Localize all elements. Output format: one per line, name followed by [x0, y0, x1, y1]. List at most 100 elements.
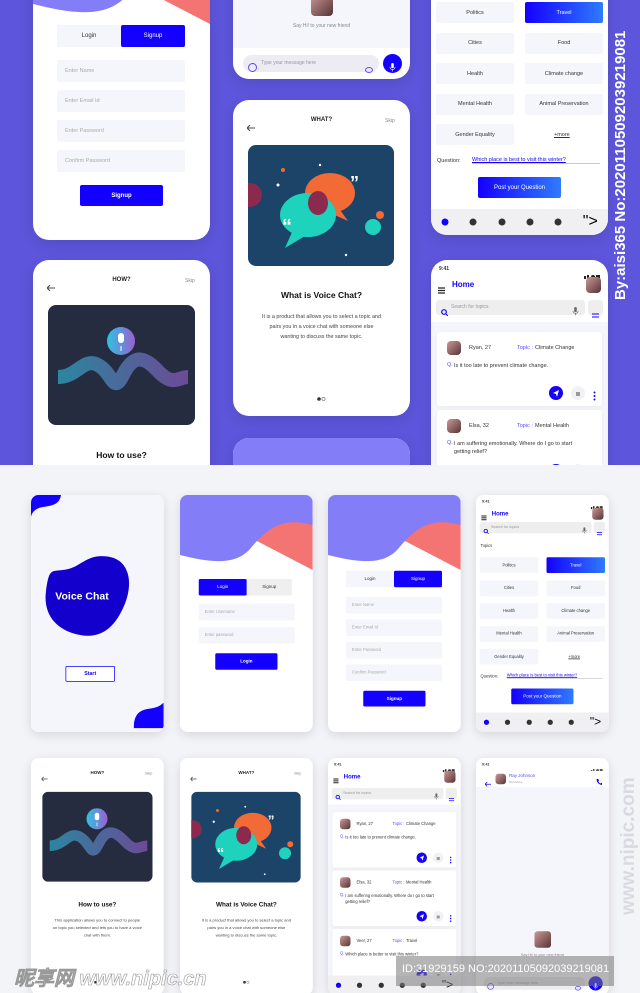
password-field[interactable]: Enter password [198, 627, 295, 644]
add-icon[interactable] [378, 979, 384, 993]
email-field[interactable]: Enter Email Id [57, 90, 185, 112]
question-input[interactable]: Which place is best to visit this winter… [506, 674, 603, 679]
topic-chip[interactable]: Health [479, 603, 539, 619]
post-question-button[interactable]: Post your Question [478, 177, 561, 198]
profile-avatar[interactable] [586, 277, 601, 293]
topic-chip[interactable]: Climate change [525, 63, 603, 84]
send-button[interactable] [416, 911, 427, 925]
fire-icon[interactable] [357, 979, 363, 993]
tab-signup[interactable]: Signup [121, 25, 185, 47]
topic-chip[interactable]: Animal Preservation [546, 625, 605, 642]
topic-chip[interactable]: Travel [546, 557, 605, 573]
topic-chip[interactable]: Climate change [546, 603, 605, 619]
search-input[interactable]: Search for topics [479, 522, 592, 535]
send-button[interactable] [549, 386, 563, 405]
profile-icon[interactable] [568, 716, 575, 730]
user-avatar[interactable] [340, 877, 351, 888]
post-card: Elsa, 32 Topic : Mental Health Q. I am suffe… [332, 870, 457, 927]
back-arrow-icon[interactable] [246, 118, 255, 136]
topic-chip[interactable]: Gender Equality [436, 124, 514, 145]
password-field[interactable]: Enter Password [346, 642, 442, 659]
start-button[interactable]: Start [65, 666, 115, 682]
mic-icon[interactable] [434, 790, 439, 804]
name-field[interactable]: Enter Name [57, 60, 185, 82]
skip-link[interactable]: Skip [145, 772, 152, 777]
voice-record-button[interactable] [383, 54, 402, 73]
user-avatar[interactable] [340, 818, 351, 830]
tab-login[interactable]: Login [346, 570, 394, 588]
menu-icon[interactable] [333, 774, 339, 788]
topic-chip[interactable]: Animal Preservation [525, 93, 603, 115]
mic-icon[interactable] [582, 524, 587, 538]
more-link[interactable]: +more [568, 655, 580, 660]
topic-chip[interactable]: Mental Health [436, 93, 514, 115]
tab-login[interactable]: Login [57, 25, 121, 47]
signup-button[interactable]: Signup [363, 690, 426, 707]
header-wave-shape [180, 495, 313, 574]
topic-chip[interactable]: Politics [436, 2, 514, 23]
more-options-icon[interactable] [449, 913, 452, 927]
like-button[interactable] [571, 386, 585, 405]
skip-link[interactable]: Skip [185, 278, 195, 284]
question-input[interactable]: Which place is best to visit this winter… [472, 157, 600, 164]
group-icon[interactable] [547, 716, 553, 730]
email-field[interactable]: Enter Email Id [346, 619, 442, 636]
confirm-password-field[interactable]: Confirm Password [346, 664, 442, 681]
skip-link[interactable]: Skip [294, 772, 301, 777]
topic-chip[interactable]: Health [436, 63, 514, 84]
back-arrow-icon[interactable] [40, 772, 48, 786]
topic-chip[interactable]: Gender Equality [479, 648, 539, 665]
name-field[interactable]: Enter Name [346, 597, 442, 614]
message-input[interactable]: Type your message here [243, 55, 379, 73]
back-arrow-icon[interactable] [189, 772, 197, 786]
more-options-icon[interactable] [449, 854, 452, 868]
topic-chip[interactable]: Politics [479, 557, 539, 573]
profile-avatar[interactable] [444, 770, 456, 783]
search-input[interactable]: Search for topics [436, 300, 585, 317]
signup-button[interactable]: Signup [80, 185, 163, 206]
user-avatar[interactable] [447, 419, 461, 433]
mic-icon[interactable] [572, 303, 579, 321]
more-options-icon[interactable] [593, 388, 596, 406]
page-dots[interactable] [317, 388, 326, 406]
profile-avatar[interactable] [592, 507, 604, 520]
topic-chip[interactable]: Food [525, 32, 603, 54]
send-button[interactable] [416, 852, 427, 867]
emoji-icon[interactable] [248, 59, 257, 77]
like-button[interactable] [433, 911, 444, 925]
group-icon[interactable] [526, 213, 534, 231]
profile-icon[interactable] [554, 213, 562, 231]
message-placeholder: Type your message here [261, 60, 317, 66]
login-button[interactable]: Login [215, 653, 278, 670]
post-question-button[interactable]: Post your Question [511, 688, 574, 705]
filter-button[interactable] [593, 522, 605, 536]
menu-icon[interactable] [438, 281, 445, 299]
topic-chip[interactable]: Travel [525, 2, 603, 23]
filter-button[interactable] [588, 300, 603, 318]
topic-chip[interactable]: Mental Health [479, 625, 539, 642]
filter-button[interactable] [445, 788, 457, 802]
like-button[interactable] [433, 852, 444, 867]
tab-signup[interactable]: Signup [246, 579, 292, 596]
attach-icon[interactable] [365, 60, 373, 78]
topic-chip[interactable]: Cities [436, 32, 514, 54]
password-field[interactable]: Enter Password [57, 120, 185, 142]
page-dots[interactable] [243, 974, 250, 988]
search-input[interactable]: Search for topics [331, 788, 444, 801]
tab-login[interactable]: Login [198, 579, 247, 596]
header-title: HOW? [112, 277, 131, 283]
topic-chip[interactable]: Food [546, 580, 605, 596]
tab-signup[interactable]: Signup [394, 570, 442, 588]
fire-icon[interactable] [505, 716, 511, 730]
confirm-password-field[interactable]: Confirm Password [57, 150, 185, 172]
more-link[interactable]: +more [554, 132, 570, 138]
topic-chip[interactable]: Cities [479, 580, 539, 596]
user-avatar[interactable] [447, 341, 461, 355]
user-avatar[interactable] [340, 935, 351, 947]
add-icon[interactable] [526, 716, 532, 730]
skip-link[interactable]: Skip [385, 118, 395, 124]
add-icon[interactable] [498, 213, 506, 231]
username-field[interactable]: Enter Username [198, 603, 295, 621]
back-arrow-icon[interactable] [46, 278, 55, 296]
fire-icon[interactable] [469, 213, 477, 231]
